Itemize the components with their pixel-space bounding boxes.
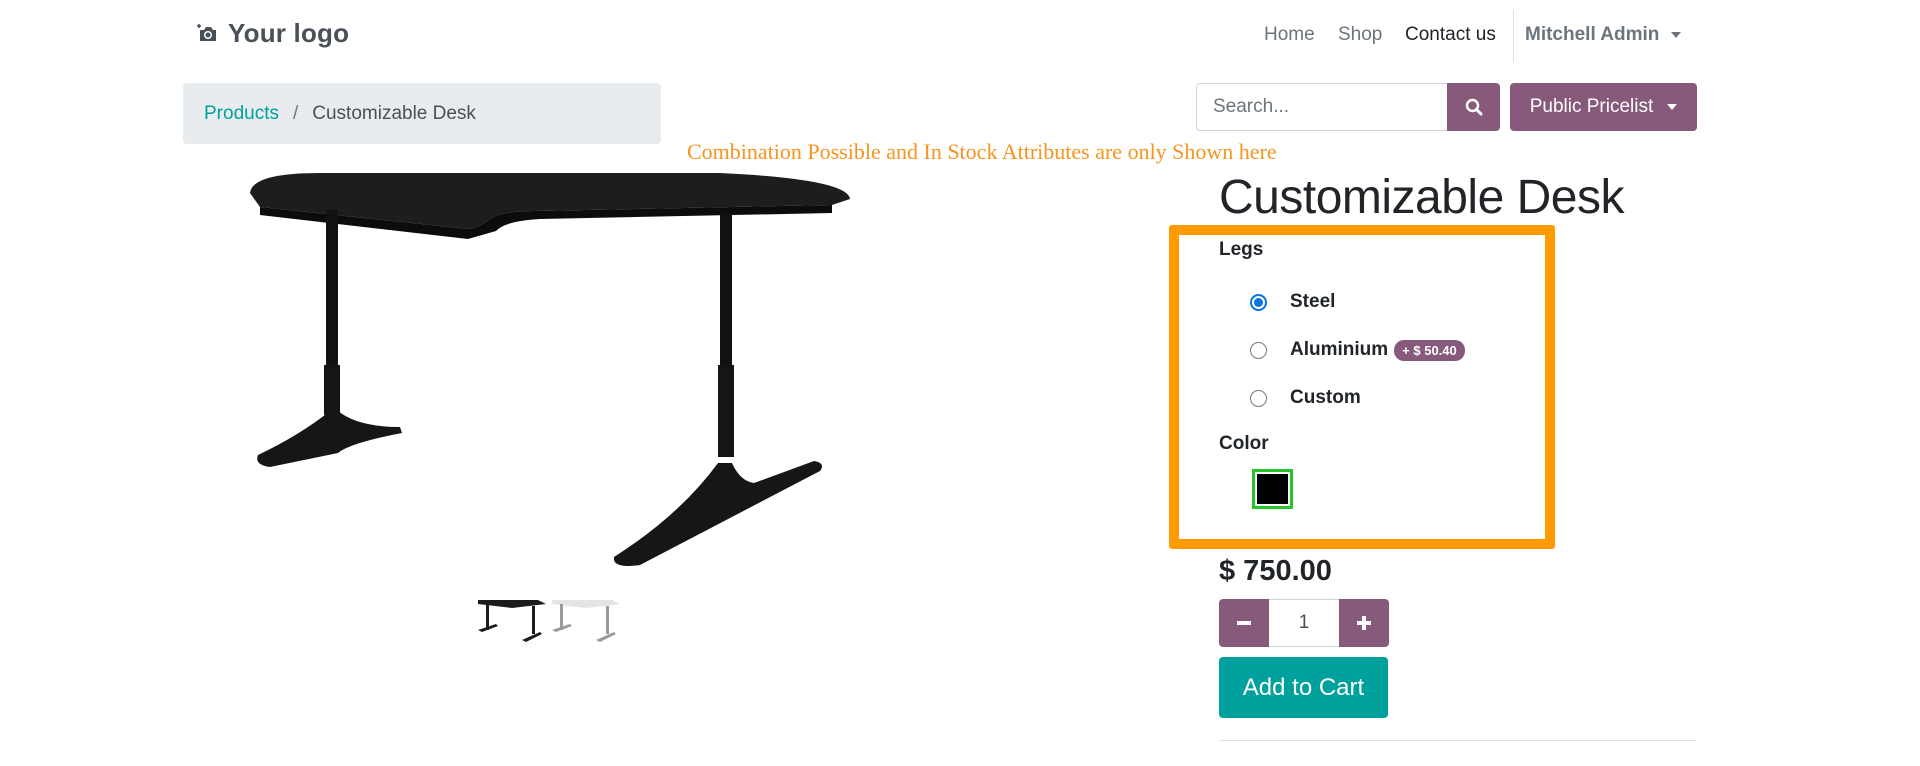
legs-option-steel[interactable]: Steel — [1250, 291, 1335, 313]
breadcrumb-separator: / — [292, 102, 299, 124]
extra-price-badge: + $ 50.40 — [1394, 339, 1465, 361]
nav-divider — [1513, 10, 1514, 62]
annotation-text: Combination Possible and In Stock Attrib… — [687, 139, 1277, 164]
breadcrumb: Products / Customizable Desk — [183, 83, 661, 144]
main-nav: Home Shop Contact us Mitchell Admin — [0, 10, 1920, 62]
thumbnail-black-desk[interactable] — [476, 594, 550, 646]
plus-icon — [1357, 616, 1371, 630]
legs-attribute-label: Legs — [1219, 239, 1264, 260]
pricelist-label: Public Pricelist — [1529, 96, 1654, 117]
color-attribute-label: Color — [1219, 433, 1269, 454]
nav-contact-link[interactable]: Contact us — [1405, 24, 1496, 46]
swatch-fill — [1257, 474, 1288, 504]
breadcrumb-current: Customizable Desk — [312, 102, 476, 124]
search-icon — [1465, 98, 1482, 116]
breadcrumb-products-link[interactable]: Products — [204, 103, 279, 125]
search-button[interactable] — [1447, 83, 1500, 131]
quantity-stepper — [1219, 599, 1389, 647]
caret-down-icon — [1667, 104, 1678, 110]
user-menu-dropdown[interactable]: Mitchell Admin — [1525, 24, 1682, 46]
option-label: Aluminium — [1290, 339, 1389, 360]
quantity-increase-button[interactable] — [1339, 599, 1389, 647]
thumbnail-white-desk[interactable] — [550, 594, 624, 646]
radio-custom[interactable] — [1250, 389, 1267, 407]
add-to-cart-button[interactable]: Add to Cart — [1219, 657, 1388, 718]
pricelist-dropdown[interactable]: Public Pricelist — [1510, 83, 1697, 131]
nav-home-link[interactable]: Home — [1264, 24, 1315, 46]
option-label: Custom — [1290, 387, 1361, 408]
section-divider — [1219, 740, 1696, 741]
caret-down-icon — [1671, 32, 1682, 38]
product-title: Customizable Desk — [1219, 171, 1624, 224]
quantity-decrease-button[interactable] — [1219, 599, 1269, 647]
minus-icon — [1237, 621, 1251, 625]
legs-option-custom[interactable]: Custom — [1250, 387, 1361, 409]
search-input[interactable] — [1196, 83, 1448, 131]
product-image[interactable] — [240, 165, 860, 575]
quantity-input[interactable] — [1269, 599, 1339, 647]
color-swatch-black[interactable] — [1252, 469, 1293, 509]
product-thumbnails — [476, 594, 624, 646]
nav-shop-link[interactable]: Shop — [1338, 24, 1382, 46]
product-price: $ 750.00 — [1219, 555, 1332, 587]
radio-aluminium[interactable] — [1250, 341, 1267, 359]
radio-steel[interactable] — [1250, 293, 1267, 311]
user-name: Mitchell Admin — [1525, 24, 1660, 45]
legs-option-aluminium[interactable]: Aluminium + $ 50.40 — [1250, 339, 1465, 361]
option-label: Steel — [1290, 291, 1336, 312]
attributes-highlight-box — [1169, 225, 1555, 549]
